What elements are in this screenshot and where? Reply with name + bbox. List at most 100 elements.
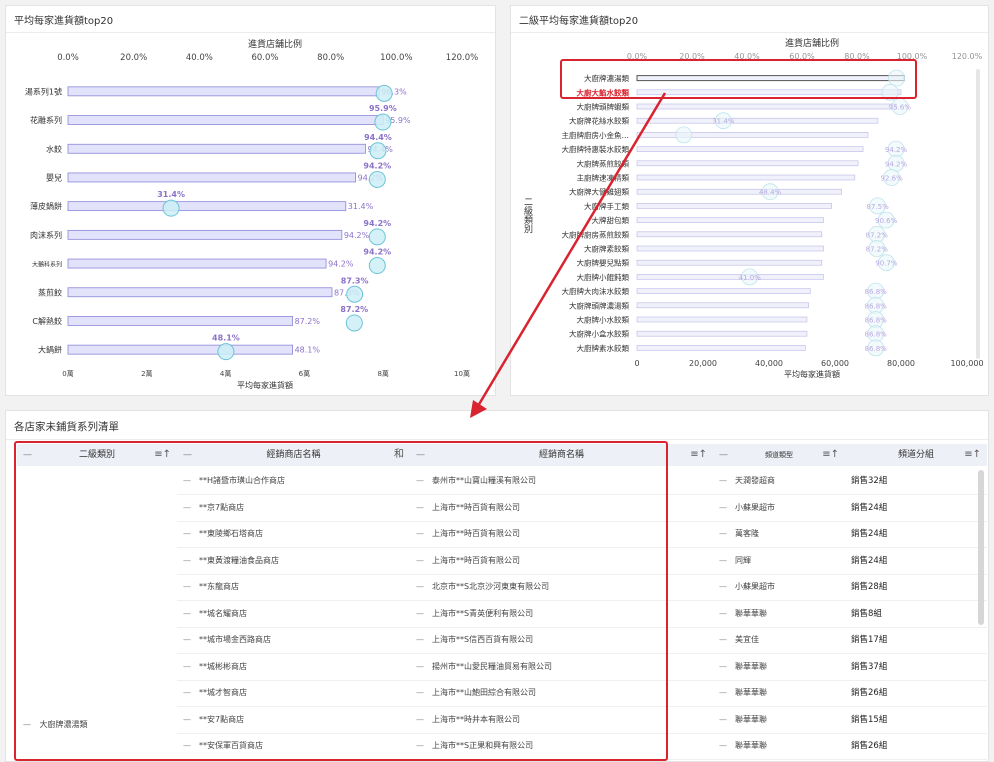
ratio-point-label: 86.8% xyxy=(865,331,888,339)
bar xyxy=(636,345,806,351)
cell-channel-type: — 聯華華聯 xyxy=(719,714,767,724)
bar xyxy=(67,172,357,183)
cell-channel-group: 銷售17組 xyxy=(851,635,888,645)
category-label: C解熱餃 xyxy=(32,316,62,326)
cell-channel-type: — 美宜佳 xyxy=(719,635,759,644)
bar-value-label: 94.2% xyxy=(344,231,370,240)
cell-channel-type: — 聯華華聯 xyxy=(719,741,767,750)
category-label: 蒸煎餃 xyxy=(38,287,62,297)
panel-title: 二級平均每家進貨額top20 xyxy=(519,16,639,27)
top-tick-label: 40.0% xyxy=(186,53,213,63)
bar xyxy=(636,132,869,138)
bar xyxy=(636,103,897,110)
ratio-point-label: 86.8% xyxy=(865,317,888,325)
ratio-point-label: 90.6% xyxy=(875,217,898,225)
bar xyxy=(636,330,808,337)
collapse-icon[interactable]: — xyxy=(719,609,727,618)
bar xyxy=(67,258,327,269)
cell-channel-type: — 小蘇果超市 xyxy=(719,502,775,512)
cell-channel-group: 銷售15組 xyxy=(851,714,888,725)
bar xyxy=(67,344,293,355)
category-label: 花雕系列 xyxy=(30,115,62,125)
category-label: 大廚牌素水餃類 xyxy=(577,343,630,353)
collapse-icon[interactable]: — xyxy=(719,662,727,671)
bottom-tick-label: 4萬 xyxy=(220,369,231,378)
category-label: 大廚牌特惠裝水餃類 xyxy=(562,144,630,154)
sort-icon[interactable]: ≡↑ xyxy=(964,444,981,466)
ratio-point-label: 94.2% xyxy=(363,161,391,170)
category-label: 大廚牌頭牌蝦類 xyxy=(577,102,630,112)
collapse-icon[interactable]: — xyxy=(719,635,727,644)
panel-top20-avg-purchase: 平均每家進貨額top20 進貨店舗比例 0.0% 20.0% 40.0% 60.0% 80… xyxy=(5,5,496,396)
category-label: 大廚牌素餃類 xyxy=(584,244,629,254)
bar xyxy=(636,160,859,167)
cell-channel-type: — 小蘇果超市 xyxy=(719,582,775,591)
bar xyxy=(636,302,809,309)
category-label: 主廚牌速凍精類 xyxy=(577,173,630,183)
collapse-icon[interactable]: — xyxy=(719,503,727,512)
bar xyxy=(67,115,384,125)
top-tick-label: 20.0% xyxy=(120,53,147,63)
bar-value-label: 48.1% xyxy=(295,346,321,355)
collapse-icon[interactable]: — xyxy=(719,529,727,538)
ratio-point-label: 87.2% xyxy=(866,231,889,239)
top-tick-label: 100.0% xyxy=(380,53,412,63)
collapse-icon[interactable]: — xyxy=(719,582,727,591)
bar xyxy=(636,245,824,252)
y-axis-title: 二級類別 xyxy=(522,197,533,234)
ratio-point-label: 94.2% xyxy=(363,219,391,228)
cell-channel-group: 銷售24組 xyxy=(851,555,888,566)
category-label: 大廚牌嬰兒點類 xyxy=(577,258,630,268)
collapse-icon[interactable]: — xyxy=(719,741,727,750)
cell-channel-group: 銷售26組 xyxy=(851,741,888,751)
ratio-point-label: 31.4% xyxy=(712,118,735,126)
ratio-point-label: 95.6% xyxy=(889,104,912,112)
bottom-tick-label: 40,000 xyxy=(755,359,783,368)
ratio-point-label: 48.1% xyxy=(212,334,240,343)
ratio-point xyxy=(346,285,364,303)
category-label: 大廚牌大健雞翅類 xyxy=(569,187,629,197)
header-channel-group[interactable]: 頻道分組 ≡↑ xyxy=(845,444,987,466)
bar xyxy=(636,146,864,152)
bottom-tick-label: 20,000 xyxy=(689,359,717,368)
category-label: 大牌甜包類 xyxy=(592,215,630,225)
bottom-tick-label: 8萬 xyxy=(377,369,388,378)
cell-channel-group: 銷售8組 xyxy=(851,608,882,619)
ratio-point-label: 86.8% xyxy=(865,288,888,296)
bottom-tick-label: 2萬 xyxy=(141,369,152,378)
ratio-point-label: 90.7% xyxy=(875,260,898,268)
ratio-point-label: 87.3% xyxy=(341,276,369,285)
ratio-point xyxy=(368,170,386,188)
bottom-tick-label: 100,000 xyxy=(950,359,983,368)
cell-channel-group: 銷售32組 xyxy=(851,476,888,486)
sort-icon[interactable]: ≡↑ xyxy=(690,444,707,466)
cell-channel-type: — 萬客隆 xyxy=(719,529,759,538)
header-channel-type[interactable]: — 頻道類型 ≡↑ xyxy=(713,444,845,466)
collapse-icon[interactable]: — xyxy=(719,476,727,485)
ratio-point xyxy=(368,228,386,246)
category-label: 薄皮鍋餅 xyxy=(30,201,62,211)
bar xyxy=(67,143,366,154)
collapse-icon[interactable]: — xyxy=(719,715,727,724)
panel-title: 平均每家進貨額top20 xyxy=(14,16,114,27)
collapse-icon[interactable]: — xyxy=(719,688,727,697)
ratio-point xyxy=(375,84,393,102)
category-label: 大廚牌手工類 xyxy=(584,201,629,211)
table-scrollbar[interactable] xyxy=(978,470,984,625)
cell-channel-group: 銷售26組 xyxy=(851,688,888,698)
category-label: 湯系列1號 xyxy=(25,86,62,96)
category-label: 大廚牌大肉沫水餃類 xyxy=(562,286,630,296)
bar xyxy=(636,174,856,181)
bar xyxy=(636,203,832,209)
ratio-point-label: 41.0% xyxy=(739,274,762,282)
ratio-point xyxy=(374,113,392,131)
collapse-icon[interactable]: — xyxy=(719,556,727,565)
ratio-point-label: 86.8% xyxy=(865,302,888,310)
sort-icon[interactable]: ≡↑ xyxy=(822,444,839,466)
panel-title: 各店家未鋪貨系列清單 xyxy=(14,421,119,433)
bottom-axis-title: 平均每家進貨額 xyxy=(237,380,293,390)
ratio-point-label: 94.2% xyxy=(363,248,391,257)
ratio-point-label: 92.6% xyxy=(881,175,904,183)
category-label: 大廚牌小水餃類 xyxy=(577,315,630,325)
cell-channel-group: 銷售24組 xyxy=(851,529,888,539)
